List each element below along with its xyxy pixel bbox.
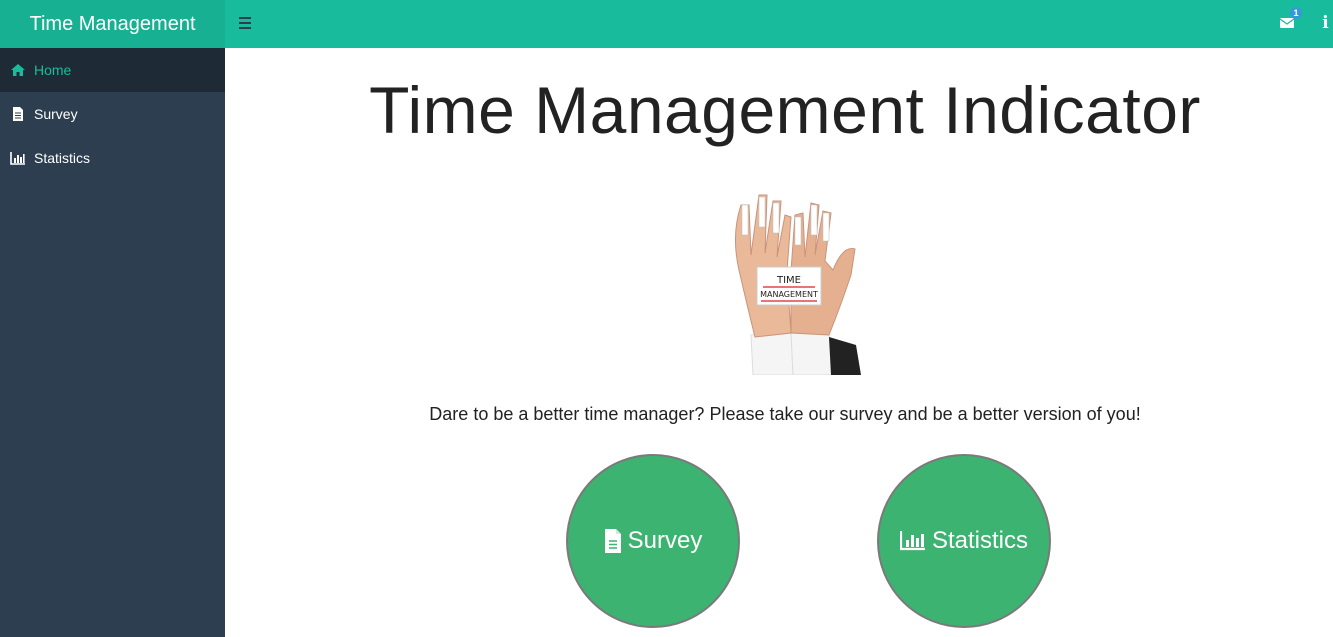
bar-chart-icon	[899, 531, 926, 551]
home-icon	[10, 62, 26, 78]
file-icon	[604, 529, 622, 553]
time-management-hands-image: TIME MANAGEMENT	[711, 175, 861, 375]
survey-button[interactable]: Survey	[566, 454, 740, 628]
sidebar-item-home[interactable]: Home	[0, 48, 225, 92]
hero-card-text: TIME	[776, 275, 801, 286]
sidebar-item-survey[interactable]: Survey	[0, 92, 225, 136]
survey-button-label: Survey	[627, 527, 703, 554]
sidebar-item-label: Statistics	[34, 150, 91, 166]
sidebar: Home Survey Statistics	[0, 48, 225, 637]
info-icon[interactable]: i	[1318, 13, 1333, 33]
page-title: Time Management Indicator	[369, 73, 1201, 147]
sidebar-toggle-icon[interactable]	[238, 14, 252, 32]
app-brand[interactable]: Time Management	[0, 0, 225, 48]
svg-text:MANAGEMENT: MANAGEMENT	[760, 290, 818, 299]
sidebar-item-statistics[interactable]: Statistics	[0, 136, 225, 180]
tagline: Dare to be a better time manager? Please…	[429, 404, 1141, 424]
sidebar-item-label: Home	[34, 62, 72, 78]
statistics-button-label: Statistics	[931, 527, 1029, 554]
file-icon	[10, 106, 26, 122]
main-content: Time Management Indicator TIME MANAGEMEN…	[225, 48, 1333, 637]
statistics-button[interactable]: Statistics	[877, 454, 1051, 628]
top-navbar: Time Management 1 i	[0, 0, 1333, 48]
bar-chart-icon	[10, 150, 26, 166]
notification-badge: 1	[1290, 7, 1302, 19]
sidebar-item-label: Survey	[34, 106, 78, 122]
